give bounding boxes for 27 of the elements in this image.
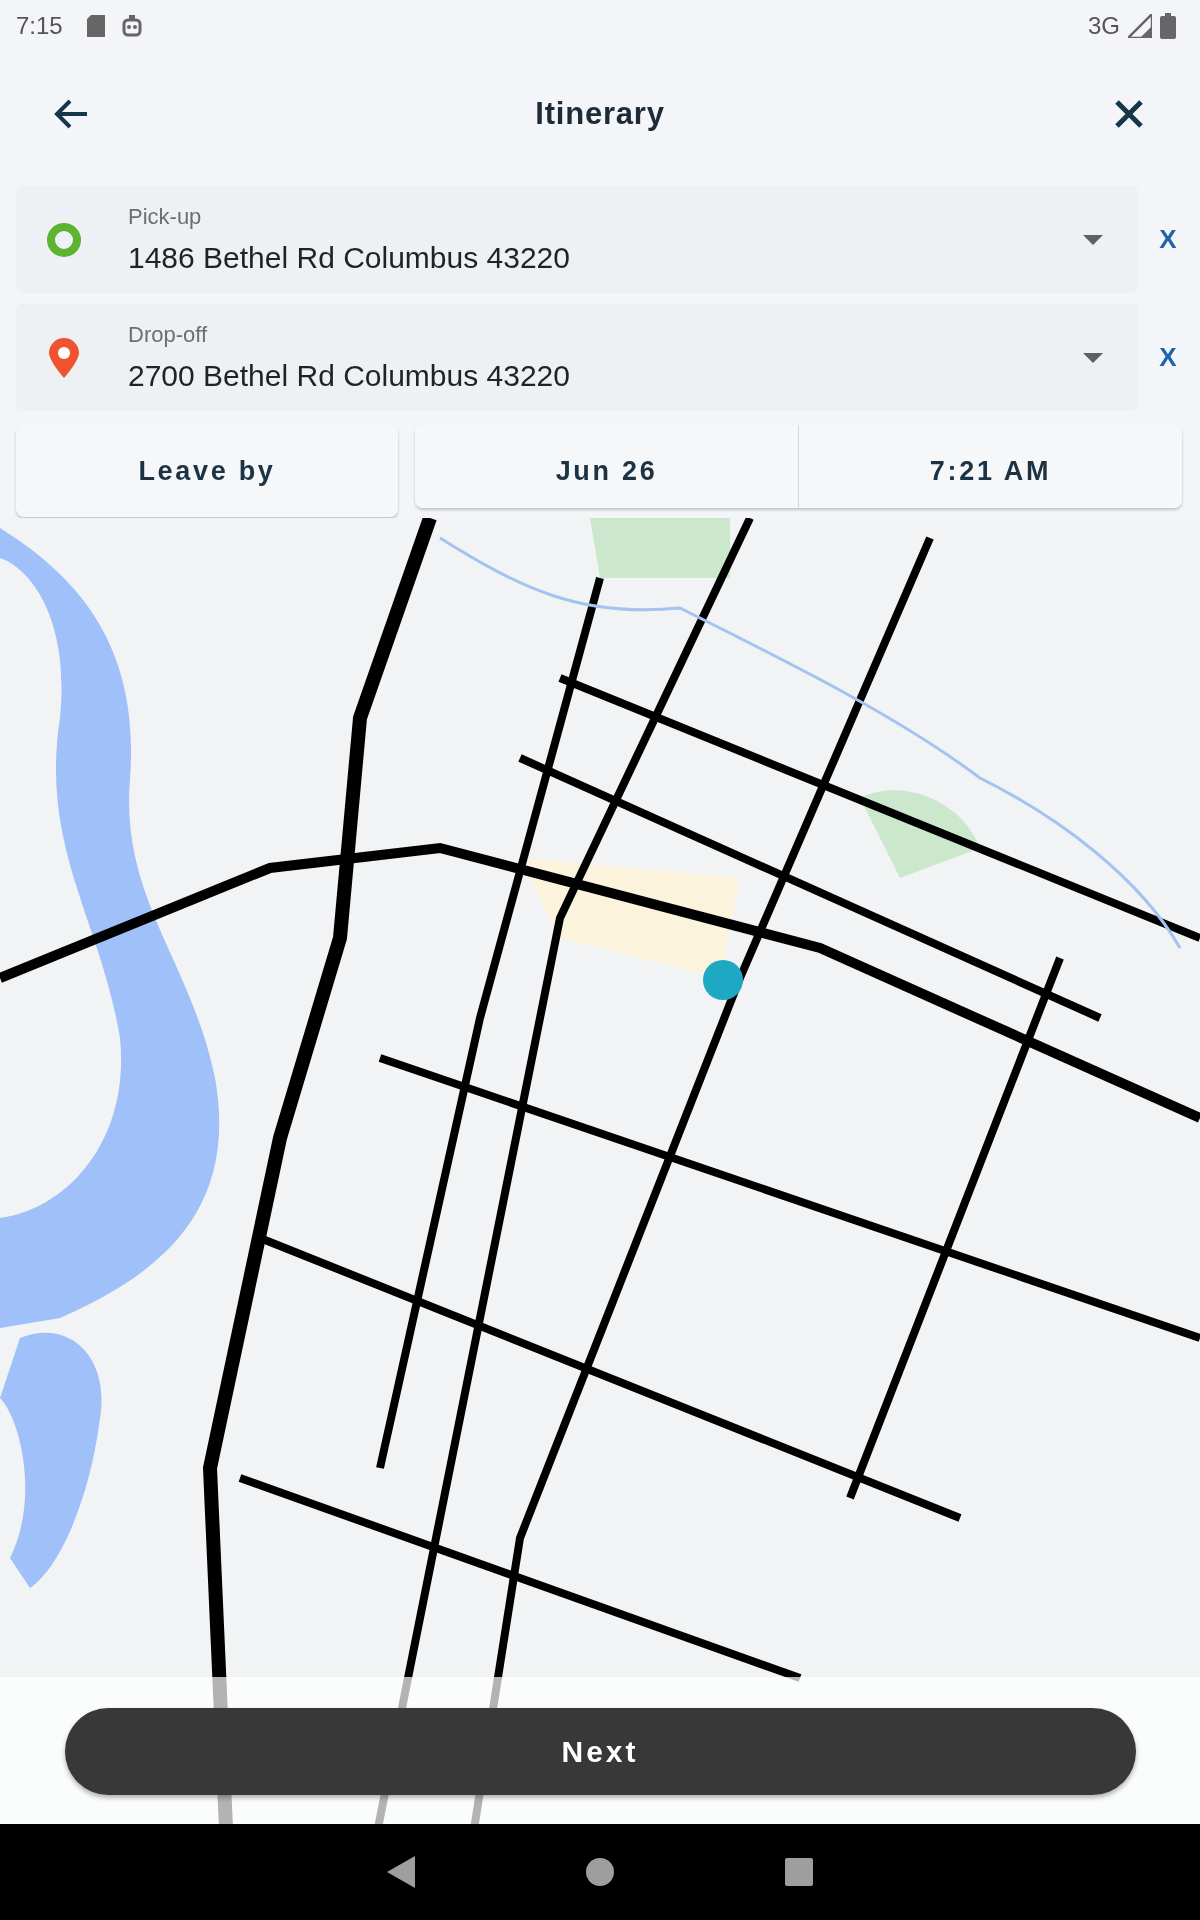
network-type: 3G <box>1088 11 1120 41</box>
home-nav-icon[interactable] <box>585 1857 615 1887</box>
address-value: 1486 Bethel Rd Columbus 43220 <box>128 239 571 276</box>
sd-card-icon <box>86 15 105 37</box>
field-label: Pick-up <box>128 202 203 231</box>
status-time: 7:15 <box>16 11 63 41</box>
clear-button[interactable]: X <box>1152 338 1184 377</box>
date-button[interactable]: Jun 26 <box>415 425 799 508</box>
address-dropdown[interactable]: Drop-off 2700 Bethel Rd Columbus 43220 <box>16 304 1139 411</box>
dropdown-caret-icon <box>1083 352 1104 363</box>
next-button[interactable]: Next <box>64 1708 1136 1795</box>
screen-title: Itinerary <box>534 94 666 133</box>
leave-by-button[interactable]: Leave by <box>16 425 398 517</box>
close-icon <box>1114 99 1144 129</box>
back-nav-icon[interactable] <box>387 1856 415 1888</box>
signal-icon <box>1128 14 1152 38</box>
clear-button[interactable]: X <box>1152 220 1184 259</box>
origin-circle-icon <box>46 221 82 258</box>
address-dropdown[interactable]: Pick-up 1486 Bethel Rd Columbus 43220 <box>16 186 1139 293</box>
back-arrow-icon <box>53 98 89 130</box>
robot-icon <box>120 14 143 38</box>
location-pin-icon <box>47 336 81 379</box>
field-label: Drop-off <box>128 320 209 349</box>
battery-icon <box>1160 13 1176 39</box>
address-value: 2700 Bethel Rd Columbus 43220 <box>128 357 571 394</box>
dropdown-caret-icon <box>1083 234 1104 245</box>
time-button[interactable]: 7:21 AM <box>799 425 1182 508</box>
